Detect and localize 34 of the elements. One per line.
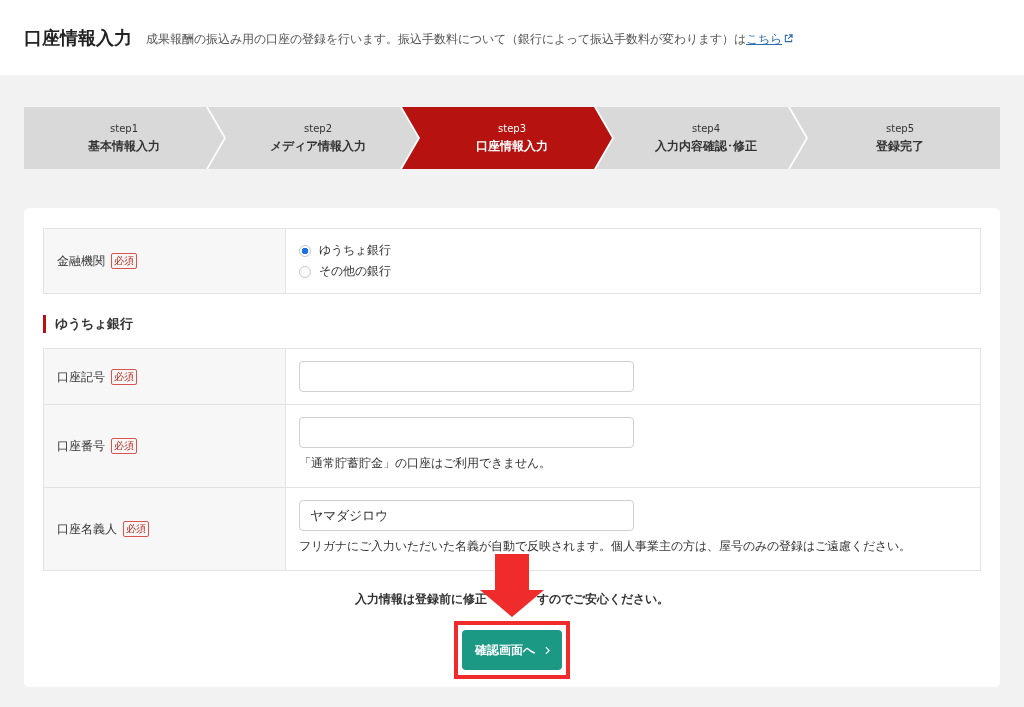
- text-input[interactable]: [299, 417, 634, 448]
- required-badge: 必須: [111, 368, 137, 385]
- step-label: メディア情報入力: [270, 138, 366, 154]
- step-label: 入力内容確認･修正: [655, 138, 757, 154]
- step-number: step2: [304, 122, 332, 135]
- text-input[interactable]: ヤマダジロウ: [299, 500, 634, 531]
- step-label: 口座情報入力: [476, 138, 548, 154]
- step-label: 登録完了: [876, 138, 924, 154]
- step-label: 基本情報入力: [88, 138, 160, 154]
- text-input[interactable]: [299, 361, 634, 392]
- field-label: 口座記号: [57, 368, 105, 385]
- description-text: 成果報酬の振込み用の口座の登録を行います。振込手数料について（銀行によって振込手数料が変わります）はこちら: [146, 28, 793, 47]
- details-link[interactable]: こちら: [746, 32, 793, 46]
- required-badge: 必須: [111, 438, 137, 454]
- field-label: 金融機関: [57, 253, 105, 269]
- note-text: すのでご安心ください。: [537, 591, 669, 608]
- section-heading: ゆうちょ銀行: [43, 315, 133, 333]
- note-text: 入力情報は登録前に修正: [355, 591, 487, 608]
- page-title: 口座情報入力: [24, 25, 132, 50]
- confirm-button[interactable]: 確認画面へ: [462, 630, 562, 670]
- required-badge: 必須: [111, 253, 137, 269]
- step-number: step4: [692, 122, 720, 135]
- step-number: step1: [110, 122, 138, 135]
- step-number: step5: [886, 122, 914, 135]
- field-label: 口座番号: [57, 438, 105, 454]
- hint-text: フリガナにご入力いただいた名義が自動で反映されます。個人事業主の方は、屋号のみの登録はご遠慮ください。: [299, 538, 911, 555]
- step-number: step3: [498, 122, 526, 135]
- required-badge: 必須: [123, 521, 149, 537]
- hint-text: 「通常貯蓄貯金」の口座はご利用できません。: [299, 455, 551, 472]
- field-label: 口座名義人: [57, 521, 117, 537]
- chevron-right-icon: [544, 645, 550, 655]
- external-link-icon: [784, 34, 793, 43]
- radio-option[interactable]: その他の銀行: [299, 261, 391, 282]
- radio-option[interactable]: ゆうちょ銀行: [299, 240, 391, 261]
